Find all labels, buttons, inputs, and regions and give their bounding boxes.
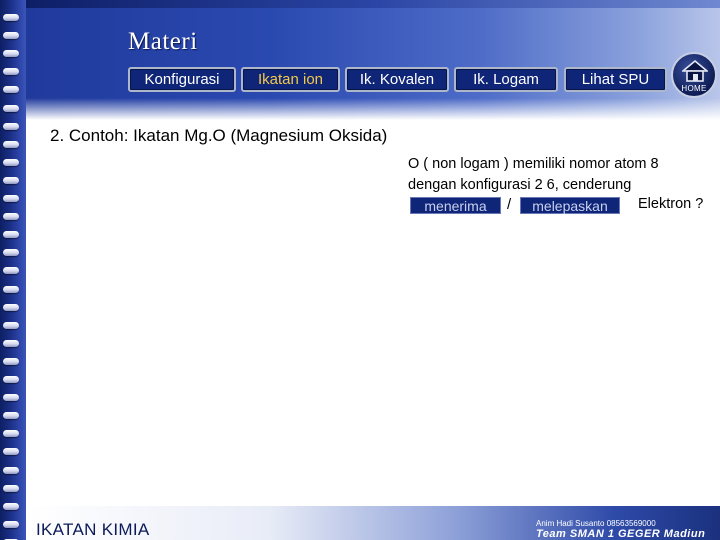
question-tail: Elektron ? [638, 196, 704, 212]
spiral-ring [3, 176, 19, 184]
spiral-ring [3, 50, 19, 58]
spiral-ring [3, 140, 19, 148]
spiral-ring [3, 394, 19, 402]
spiral-ring [3, 213, 19, 221]
spiral-ring [3, 376, 19, 383]
spiral-ring [3, 466, 19, 474]
spiral-ring [3, 357, 19, 365]
answer-option-menerima[interactable]: menerima [410, 197, 501, 214]
spiral-ring [3, 484, 19, 492]
tab-konfigurasi[interactable]: Konfigurasi [128, 67, 236, 92]
spiral-ring [3, 303, 19, 311]
author-credit: Anim Hadi Susanto 08563569000 [536, 519, 656, 528]
team-credit: Team SMAN 1 GEGER Madiun [536, 528, 706, 540]
question-text: O ( non logam ) memiliki nomor atom 8 de… [408, 154, 708, 196]
spiral-ring [3, 14, 19, 21]
spiral-ring [3, 502, 19, 510]
spiral-ring [3, 520, 19, 528]
answer-separator: / [507, 196, 512, 213]
slide-title: Materi [128, 28, 198, 55]
tab-ikatan-ion[interactable]: Ikatan ion [241, 67, 340, 92]
spiral-ring [3, 32, 19, 40]
tab-lihat-spu[interactable]: Lihat SPU [564, 67, 667, 92]
tab-ik-kovalen[interactable]: Ik. Kovalen [345, 67, 449, 92]
home-button[interactable]: HOME [671, 52, 717, 98]
home-label: HOME [681, 84, 707, 93]
spiral-ring [3, 104, 19, 112]
spiral-ring [3, 86, 19, 94]
spiral-ring [3, 68, 19, 76]
house-icon [682, 59, 708, 82]
spiral-ring [3, 195, 19, 202]
header-top-strip [26, 0, 720, 8]
slide: Materi Konfigurasi Ikatan ion Ik. Kovale… [0, 0, 720, 540]
footer-title: IKATAN KIMIA [36, 520, 150, 539]
spiral-ring [3, 321, 19, 329]
spiral-ring [3, 448, 19, 456]
spiral-ring [3, 122, 19, 130]
spiral-binding [0, 0, 26, 540]
answer-row: menerima / melepaskan Elektron ? [408, 196, 720, 216]
spiral-ring [3, 267, 19, 275]
spiral-ring [3, 249, 19, 257]
spiral-ring [3, 158, 19, 166]
tab-ik-logam[interactable]: Ik. Logam [454, 67, 558, 92]
question-line-2: dengan konfigurasi 2 6, cenderung [408, 177, 632, 193]
header-band [26, 0, 720, 120]
spiral-ring [3, 412, 19, 420]
spiral-ring [3, 339, 19, 347]
question-line-1: O ( non logam ) memiliki nomor atom 8 [408, 156, 659, 172]
spiral-ring [3, 231, 19, 239]
spiral-ring [3, 285, 19, 293]
spiral-ring [3, 430, 19, 438]
content-heading: 2. Contoh: Ikatan Mg.O (Magnesium Oksida… [50, 126, 388, 145]
answer-option-melepaskan[interactable]: melepaskan [520, 197, 620, 214]
